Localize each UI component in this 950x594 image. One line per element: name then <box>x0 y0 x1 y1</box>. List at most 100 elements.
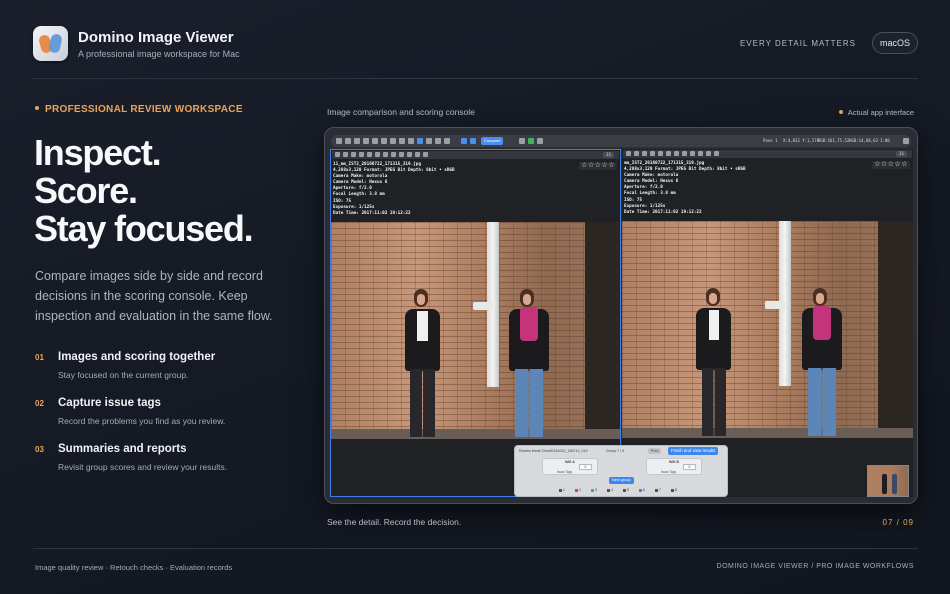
zoom-readout: 1:00 <box>880 138 890 143</box>
showcase-label: Image comparison and scoring console <box>327 107 475 117</box>
finish-results-button[interactable]: Finish and view results <box>668 447 719 455</box>
tool-icon[interactable] <box>415 152 420 157</box>
next-group-button[interactable]: Next group <box>609 477 634 484</box>
eyebrow-text: PROFESSIONAL REVIEW WORKSPACE <box>45 104 243 115</box>
group-dot[interactable]: 8 <box>671 488 681 493</box>
crop-icon[interactable] <box>372 138 378 144</box>
sidebar-icon[interactable] <box>336 138 342 144</box>
footer-divider <box>33 548 918 549</box>
grid-icon[interactable] <box>345 138 351 144</box>
score-input[interactable]: 0 <box>579 464 592 470</box>
tool-icon[interactable] <box>642 151 647 156</box>
select-icon[interactable] <box>417 138 423 144</box>
tool-icon[interactable] <box>423 152 428 157</box>
star-rating[interactable]: ☆☆☆☆☆ <box>579 162 617 170</box>
approve-icon[interactable] <box>528 138 534 144</box>
hsb-readout: HSB:14,68,63 <box>849 138 878 143</box>
tool-icon[interactable] <box>335 152 340 157</box>
issue-tags-link[interactable]: Issue Tags <box>661 470 676 474</box>
score-card-left: IMG A 0 Issue Tags <box>542 458 598 475</box>
footer-right-text: DOMINO IMAGE VIEWER / PRO IMAGE WORKFLOW… <box>716 563 914 570</box>
tool-icon[interactable] <box>399 152 404 157</box>
tagline: EVERY DETAIL MATTERS <box>739 39 856 48</box>
group-dot[interactable]: 3 <box>591 488 601 493</box>
actual-interface-text: Actual app interface <box>847 108 914 117</box>
histogram-icon[interactable] <box>408 138 414 144</box>
adjust-icon[interactable] <box>381 138 387 144</box>
rotate-icon[interactable] <box>363 138 369 144</box>
tool-icon[interactable] <box>375 152 380 157</box>
tool-icon[interactable] <box>682 151 687 156</box>
photo-image <box>622 221 913 438</box>
meta-line: Date Time: 2017:11:02 19:12:22 <box>333 210 411 216</box>
tool-icon[interactable] <box>383 152 388 157</box>
tool-icon[interactable] <box>666 151 671 156</box>
tool-icon[interactable] <box>650 151 655 156</box>
photo-image <box>331 222 620 439</box>
hero-line: Stay focused. <box>34 208 254 249</box>
tool-icon[interactable] <box>407 152 412 157</box>
flag-icon[interactable] <box>426 138 432 144</box>
hero-line: Score. <box>34 170 138 211</box>
group-dot[interactable]: 7 <box>655 488 665 493</box>
group-dot[interactable]: 5 <box>623 488 633 493</box>
settings-icon[interactable] <box>519 138 525 144</box>
pane-toolbar: 31 <box>332 151 619 159</box>
layers-icon[interactable] <box>399 138 405 144</box>
star-rating[interactable]: ☆☆☆☆☆ <box>872 161 910 169</box>
group-dot[interactable]: 2 <box>575 488 585 493</box>
more-icon[interactable] <box>903 138 909 144</box>
coords-readout: X:4,032 Y:1,576 <box>783 138 820 143</box>
issue-tags-link[interactable]: Issue Tags <box>557 470 572 474</box>
os-badge: macOS <box>872 32 918 54</box>
tool-icon[interactable] <box>690 151 695 156</box>
tool-icon[interactable] <box>626 151 631 156</box>
split-icon[interactable] <box>444 138 450 144</box>
score-input[interactable]: 0 <box>683 464 696 470</box>
accent-dot-icon <box>838 110 843 115</box>
tool-icon[interactable] <box>343 152 348 157</box>
tool-icon[interactable] <box>367 152 372 157</box>
tool-icon[interactable] <box>351 152 356 157</box>
accent-dot-icon <box>35 106 39 111</box>
hero-headline: Inspect. Score. Stay focused. <box>34 132 254 249</box>
tool-icon[interactable] <box>698 151 703 156</box>
thumbnail-preview[interactable] <box>867 465 909 497</box>
feature-number: 02 <box>35 399 44 408</box>
hero-lede: Compare images side by side and record d… <box>35 269 273 323</box>
compare-mode-icon[interactable] <box>461 138 467 144</box>
app-subtitle: A professional image workspace for Mac <box>78 49 240 59</box>
eyebrow: PROFESSIONAL REVIEW WORKSPACE <box>35 104 243 115</box>
prev-button[interactable]: Prev <box>648 448 662 454</box>
feature-title: Summaries and reports <box>58 443 187 455</box>
tool-icon[interactable] <box>658 151 663 156</box>
page-header: Domino Image Viewer A professional image… <box>33 26 918 62</box>
tool-icon[interactable] <box>391 152 396 157</box>
group-dot[interactable]: 6 <box>639 488 649 493</box>
tag-icon[interactable] <box>435 138 441 144</box>
compare-button[interactable]: Compare <box>481 137 504 145</box>
tool-icon[interactable] <box>359 152 364 157</box>
group-dot[interactable]: 1 <box>559 488 569 493</box>
header-divider <box>33 78 918 79</box>
pane-readout: Pane 1 <box>763 138 778 143</box>
group-indicator: Group 7 / 9 <box>606 449 624 453</box>
share-icon[interactable] <box>537 138 543 144</box>
tool-icon[interactable] <box>706 151 711 156</box>
feature-number: 01 <box>35 353 44 362</box>
meta-line: Date Time: 2017:11:02 19:12:22 <box>624 209 702 215</box>
sync-icon[interactable] <box>470 138 476 144</box>
tool-icon[interactable] <box>674 151 679 156</box>
group-dot[interactable]: 4 <box>607 488 617 493</box>
pane-zoom-field[interactable]: 31 <box>896 151 907 157</box>
app-window-screenshot: Compare Pane 1 X:4,032 Y:1,576 RGB:161,7… <box>324 127 918 504</box>
score-card-right: IMG B 0 Issue Tags <box>646 458 702 475</box>
zoom-icon[interactable] <box>354 138 360 144</box>
tool-icon[interactable] <box>634 151 639 156</box>
slide-pager: 07 / 09 <box>882 518 914 527</box>
feature-description: Stay focused on the current group. <box>58 370 189 380</box>
hero-line: Inspect. <box>34 132 162 173</box>
info-icon[interactable] <box>390 138 396 144</box>
pane-zoom-field[interactable]: 31 <box>603 152 614 158</box>
tool-icon[interactable] <box>714 151 719 156</box>
